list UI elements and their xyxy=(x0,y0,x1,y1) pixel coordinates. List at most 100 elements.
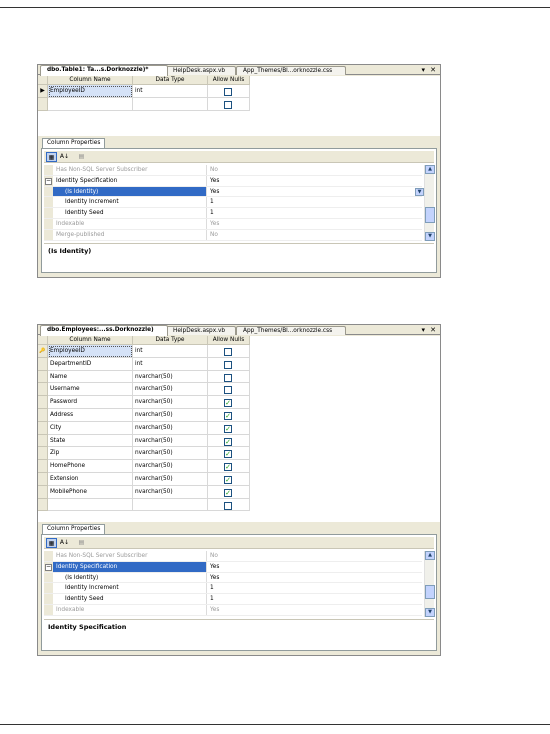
prop-row-merge-published[interactable]: Merge-published No xyxy=(44,229,422,241)
header-column-name[interactable]: Column Name xyxy=(48,76,133,85)
table-row[interactable]: HomePhone nvarchar(50) ✓ xyxy=(38,460,250,473)
tab-table1[interactable]: dbo.Table1: Ta...s.Dorknozzle)* xyxy=(40,65,168,76)
prop-value[interactable]: Yes xyxy=(206,605,426,615)
primary-key-icon[interactable]: 🔑 xyxy=(38,345,48,358)
tab-column-properties[interactable]: Column Properties xyxy=(42,524,106,534)
column-name-cell[interactable]: EmployeeID xyxy=(48,85,133,98)
data-type-cell[interactable]: nvarchar(50) xyxy=(133,460,208,473)
table-row[interactable]: 🔑 EmployeeID int xyxy=(38,345,250,358)
table-row[interactable]: Password nvarchar(50) ✓ xyxy=(38,396,250,409)
row-selector[interactable] xyxy=(38,370,48,384)
data-type-cell[interactable] xyxy=(133,97,208,111)
column-name-cell[interactable]: Name xyxy=(48,370,133,384)
allow-nulls-checkbox[interactable]: ✓ xyxy=(224,424,232,433)
column-name-cell[interactable]: Zip xyxy=(48,447,133,461)
row-selector[interactable] xyxy=(38,409,48,422)
column-name-cell[interactable]: Password xyxy=(48,396,133,409)
categorized-icon[interactable]: ▦ xyxy=(46,152,57,162)
allow-nulls-cell[interactable] xyxy=(208,498,250,512)
table-row[interactable]: Zip nvarchar(50) ✓ xyxy=(38,447,250,461)
data-type-cell[interactable]: nvarchar(50) xyxy=(133,421,208,435)
prop-row-indexable[interactable]: Indexable Yes xyxy=(44,605,422,616)
row-selector[interactable] xyxy=(38,434,48,448)
prop-value[interactable]: No xyxy=(206,165,426,175)
column-name-cell[interactable]: DepartmentID xyxy=(48,357,133,371)
allow-nulls-cell[interactable]: ✓ xyxy=(208,460,250,473)
prop-value[interactable]: Yes xyxy=(206,219,426,229)
pin-icon[interactable]: ▾ xyxy=(421,65,425,75)
data-type-cell[interactable]: nvarchar(50) xyxy=(133,473,208,486)
row-selector[interactable] xyxy=(38,357,48,371)
column-name-cell[interactable]: City xyxy=(48,421,133,435)
column-name-cell[interactable]: State xyxy=(48,434,133,448)
allow-nulls-checkbox[interactable] xyxy=(224,88,232,96)
table-row[interactable]: State nvarchar(50) ✓ xyxy=(38,434,250,448)
allow-nulls-checkbox[interactable] xyxy=(224,100,232,109)
prop-row-identity-specification[interactable]: − Identity Specification Yes xyxy=(44,175,422,187)
row-selector[interactable] xyxy=(38,485,48,499)
header-allow-nulls[interactable]: Allow Nulls xyxy=(208,76,250,85)
scroll-up-icon[interactable]: ▲ xyxy=(425,551,435,560)
column-name-cell[interactable] xyxy=(48,498,133,512)
prop-value[interactable]: Yes xyxy=(206,572,426,583)
prop-row-identity-increment[interactable]: Identity Increment 1 xyxy=(44,583,422,595)
header-allow-nulls[interactable]: Allow Nulls xyxy=(208,336,250,345)
data-type-cell[interactable]: nvarchar(50) xyxy=(133,409,208,422)
row-selector[interactable] xyxy=(38,97,48,111)
scroll-down-icon[interactable]: ▼ xyxy=(425,608,435,617)
data-type-cell[interactable]: nvarchar(50) xyxy=(133,383,208,397)
allow-nulls-checkbox[interactable] xyxy=(224,348,232,356)
prop-value[interactable]: 1 xyxy=(206,208,426,218)
prop-value[interactable]: 1 xyxy=(206,594,426,604)
tab-app-themes-css[interactable]: App_Themes/Bl...orknozzle.css xyxy=(236,326,346,335)
prop-row-has-non-sql-subscriber[interactable]: Has Non-SQL Server Subscriber No xyxy=(44,551,422,562)
row-selector[interactable] xyxy=(38,396,48,409)
allow-nulls-checkbox[interactable]: ✓ xyxy=(224,476,232,484)
column-name-cell[interactable]: Address xyxy=(48,409,133,422)
allow-nulls-checkbox[interactable] xyxy=(224,386,232,395)
column-name-cell[interactable]: Extension xyxy=(48,473,133,486)
table-row-new[interactable] xyxy=(38,498,250,512)
column-name-cell[interactable]: Username xyxy=(48,383,133,397)
allow-nulls-cell[interactable]: ✓ xyxy=(208,421,250,435)
scroll-thumb[interactable] xyxy=(425,585,435,599)
row-selector[interactable] xyxy=(38,460,48,473)
prop-value[interactable]: 1 xyxy=(206,583,426,594)
allow-nulls-cell[interactable] xyxy=(208,97,250,111)
prop-row-is-identity[interactable]: (Is Identity) Yes xyxy=(44,572,422,584)
allow-nulls-cell[interactable]: ✓ xyxy=(208,447,250,461)
tab-column-properties[interactable]: Column Properties xyxy=(42,138,106,148)
scroll-up-icon[interactable]: ▲ xyxy=(425,165,435,174)
prop-row-identity-seed[interactable]: Identity Seed 1 xyxy=(44,208,422,219)
data-type-cell[interactable]: int xyxy=(133,357,208,371)
allow-nulls-checkbox[interactable]: ✓ xyxy=(224,450,232,459)
table-row[interactable]: Name nvarchar(50) xyxy=(38,370,250,384)
prop-row-identity-increment[interactable]: Identity Increment 1 xyxy=(44,197,422,209)
table-row[interactable]: City nvarchar(50) ✓ xyxy=(38,421,250,435)
allow-nulls-checkbox[interactable] xyxy=(224,373,232,382)
tab-helpdesk-vb[interactable]: HelpDesk.aspx.vb xyxy=(166,66,236,75)
prop-value[interactable]: No xyxy=(206,551,426,561)
data-type-cell[interactable]: nvarchar(50) xyxy=(133,396,208,409)
data-type-cell[interactable]: nvarchar(50) xyxy=(133,370,208,384)
table-row-new[interactable] xyxy=(38,97,250,111)
prop-value[interactable]: 1 xyxy=(206,197,426,208)
column-name-cell[interactable]: EmployeeID xyxy=(48,345,133,358)
data-type-cell[interactable]: nvarchar(50) xyxy=(133,485,208,499)
allow-nulls-cell[interactable] xyxy=(208,357,250,371)
data-type-cell[interactable]: nvarchar(50) xyxy=(133,434,208,448)
row-current-icon[interactable]: ▶ xyxy=(38,85,48,98)
collapse-icon[interactable]: − xyxy=(45,563,52,571)
property-scrollbar[interactable]: ▲ ▼ xyxy=(424,551,435,617)
column-name-cell[interactable] xyxy=(48,97,133,111)
allow-nulls-checkbox[interactable]: ✓ xyxy=(224,437,232,446)
allow-nulls-checkbox[interactable] xyxy=(224,501,232,510)
property-pages-icon[interactable]: ▤ xyxy=(76,538,87,548)
prop-row-is-identity[interactable]: (Is Identity) Yes ▼ xyxy=(44,186,424,198)
data-type-cell[interactable]: int xyxy=(133,345,208,358)
allow-nulls-cell[interactable]: ✓ xyxy=(208,409,250,422)
header-data-type[interactable]: Data Type xyxy=(133,336,208,345)
row-selector[interactable] xyxy=(38,421,48,435)
scroll-thumb[interactable] xyxy=(425,207,435,223)
prop-row-identity-seed[interactable]: Identity Seed 1 xyxy=(44,594,422,605)
